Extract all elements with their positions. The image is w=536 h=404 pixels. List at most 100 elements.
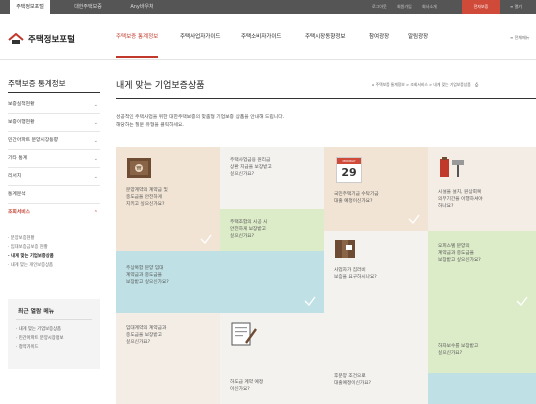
- top-utility-bar: 주택정보포털 대한주택보증 Any바우처 로그아웃 회원가입 회사소개 전자보증…: [0, 0, 536, 14]
- open-menu-label: 열기: [514, 4, 522, 9]
- tab-hug[interactable]: 대한주택보증: [66, 0, 110, 14]
- intro-line: 해당하는 질문 유형을 클릭하세요.: [116, 122, 184, 128]
- open-menu-link[interactable]: ≡ 열기: [510, 0, 522, 14]
- nav-market-trend[interactable]: 주택시장동향정보: [305, 32, 345, 44]
- nav-housing-stats[interactable]: 주택보증 통계정보: [116, 32, 159, 58]
- sidebar-item-label: 보증이행현황: [8, 120, 35, 125]
- chevron-up-icon: ⌃: [93, 210, 98, 216]
- card-question: 하자보수를 보장받고 싶으신가요?: [438, 344, 479, 356]
- sitemap-link[interactable]: ≡ 전체메뉴: [510, 35, 529, 41]
- chevron-down-icon: ⌄: [93, 120, 98, 126]
- logo-text: 주택정보포털: [28, 35, 75, 45]
- sidebar-title-divider: [8, 92, 100, 93]
- house-logo-icon: [8, 33, 24, 44]
- recent-menu-box: 최근 열람 메뉴 · 내게 맞는 기업보증상품 · 민간아파트 분양시장정보 ·…: [8, 299, 100, 369]
- product-card-post-sale[interactable]: 후분양 조건으로 대출예정이신가요?: [324, 313, 428, 404]
- print-icon[interactable]: ⎙: [475, 82, 478, 87]
- card-question: 오피스텔 분양의 계약금과 중도금을 보장받고 싶으신가요?: [438, 244, 481, 263]
- product-card-sale-deposit[interactable]: ₩ 분양계약의 계약금 및 중도금을 안전하게 지키고 싶으신가요?: [116, 147, 220, 251]
- product-card-expense-guarantee[interactable]: 사업자가 집러비 보증을 요구하시나요?: [324, 231, 428, 313]
- sidebar-item-research[interactable]: 리서치 ⌄: [8, 168, 100, 186]
- sidebar-item-inquiry-service[interactable]: 조회서비스 ⌃: [8, 204, 100, 222]
- nav-participation[interactable]: 참여광장: [369, 32, 389, 44]
- company-link[interactable]: 회사소개: [422, 0, 437, 14]
- product-card-defect-repair[interactable]: 하자보수를 보장받고 싶으신가요?: [428, 313, 536, 373]
- page-title: 내게 맞는 기업보증상품: [116, 81, 205, 91]
- logout-link[interactable]: 로그아웃: [372, 0, 387, 14]
- sidebar-item-guarantee-results[interactable]: 보증실적현황 ⌄: [8, 96, 100, 114]
- calendar-day: 29: [341, 166, 357, 179]
- tab-housing-portal[interactable]: 주택정보포털: [10, 0, 50, 14]
- checkmark-icon: [516, 296, 528, 306]
- sidebar-item-label: 리서치: [8, 174, 22, 179]
- card-question: 국민주택기금 수탁기금 대출 예정이신가요?: [334, 192, 379, 204]
- recent-link-label: 내게 맞는 기업보증상품: [18, 327, 61, 332]
- chevron-down-icon: ⌄: [93, 156, 98, 162]
- recent-link-corporate-products[interactable]: · 내게 맞는 기업보증상품: [16, 326, 61, 332]
- site-header: 주택정보포털 주택보증 통계정보 주택사업자가이드 주택소비자가이드 주택시장동…: [0, 14, 536, 60]
- checkmark-icon: [200, 234, 212, 244]
- svg-text:₩: ₩: [137, 166, 142, 172]
- sidebar-subitem-label: 임대보증금보증 현황: [10, 245, 48, 250]
- breadcrumb-path: 주택보증 통계정보 > 조회서비스 > 내게 맞는 기업보증상품: [375, 82, 471, 87]
- intro-line: 성공적인 주택사업을 위한 대한주택보증의 맞춤형 기업보증 상품을 안내해 드…: [116, 115, 285, 120]
- chevron-down-icon: ⌄: [93, 174, 98, 180]
- signup-link[interactable]: 회원가입: [397, 0, 412, 14]
- sidebar: 주택보증 통계정보 보증실적현황 ⌄ 보증이행현황 ⌄ 민간아파트 분양시장동향 ⌄ …: [0, 60, 100, 404]
- product-card-extra[interactable]: [428, 373, 536, 404]
- chevron-down-icon: ⌄: [93, 102, 98, 108]
- sidebar-subitem-corporate-products[interactable]: · 내게 맞는 기업보증상품: [8, 253, 54, 259]
- product-card-rental-deposit[interactable]: 임대계약의 계약금과 중도금을 보장받고 싶으신가요?: [116, 313, 220, 404]
- calendar-icon: MONDAY 29: [336, 157, 362, 183]
- nav-consumer-guide[interactable]: 주택소비자가이드: [241, 32, 281, 44]
- card-question: 주택조합의 시공 시 안전하게 보장받고 싶으신가요?: [230, 220, 268, 239]
- recent-link-label: 청약가이드: [18, 345, 39, 350]
- card-question: 사업자가 집러비 보증을 요구하시나요?: [334, 268, 377, 280]
- tab-any-voucher[interactable]: Any바우처: [122, 0, 162, 14]
- sidebar-title: 주택보증 통계정보: [8, 79, 66, 88]
- sidebar-item-other-stats[interactable]: 기타 통계 ⌄: [8, 150, 100, 168]
- card-question: 시설을 설치, 원상회복 의무기간을 이행하셔야 하나요?: [438, 190, 483, 209]
- recent-link-apartment-market[interactable]: · 민간아파트 분양시장정보: [16, 335, 64, 341]
- sidebar-subitem-sale-guarantee[interactable]: · 분양보증현황: [8, 235, 34, 241]
- box-icon: [335, 240, 355, 258]
- product-card-officetel[interactable]: 오피스텔 분양의 계약금과 중도금을 보장받고 싶으신가요?: [428, 231, 536, 313]
- breadcrumb: ⌂ 주택보증 통계정보 > 조회서비스 > 내게 맞는 기업보증상품 ⎙: [372, 82, 478, 88]
- product-card-subcontract[interactable]: 하도급 계약 예정 이신가요?: [220, 313, 324, 404]
- card-question: 분양계약의 계약금 및 중도금을 안전하게 지키고 싶으신가요?: [126, 188, 168, 207]
- card-question: 임대계약의 계약금과 중도금을 보장받고 싶으신가요?: [126, 326, 167, 345]
- product-card-pf-loan[interactable]: 주택사업금융 원리금 상환 지급을 보장받고 싶으신가요?: [220, 147, 324, 209]
- sidebar-item-guarantee-fulfillment[interactable]: 보증이행현황 ⌄: [8, 114, 100, 132]
- recent-menu-divider: [16, 319, 92, 320]
- checkmark-icon: [408, 214, 420, 224]
- sidebar-subitem-personal-products[interactable]: · 내게 맞는 개인보증상품: [8, 262, 53, 268]
- product-card-national-fund[interactable]: MONDAY 29 국민주택기금 수탁기금 대출 예정이신가요?: [324, 147, 428, 231]
- e-guarantee-button[interactable]: 전자보증: [462, 0, 500, 14]
- card-question: 주택사업금융 원리금 상환 지급을 보장받고 싶으신가요?: [230, 158, 272, 177]
- sidebar-item-label: 보증실적현황: [8, 102, 35, 107]
- chevron-down-icon: ⌄: [93, 138, 98, 144]
- card-question: 주상복합 분양 임대 계약금과 중도금을 보장받고 싶으신가요?: [126, 266, 169, 285]
- site-logo[interactable]: 주택정보포털: [8, 32, 75, 46]
- checkmark-icon: [304, 296, 316, 306]
- nav-business-guide[interactable]: 주택사업자가이드: [180, 32, 220, 44]
- sidebar-item-apartment-market[interactable]: 민간아파트 분양시장동향 ⌄: [8, 132, 100, 150]
- contract-pen-icon: [231, 322, 257, 346]
- sidebar-subitem-label: 내게 맞는 기업보증상품: [11, 254, 54, 259]
- paint-roller-icon: [440, 157, 464, 177]
- nav-notice[interactable]: 알림광장: [408, 32, 428, 44]
- sidebar-subitem-label: 분양보증현황: [10, 236, 35, 241]
- title-divider: [116, 98, 536, 99]
- sidebar-subitem-rent-guarantee[interactable]: · 임대보증금보증 현황: [8, 244, 48, 250]
- sidebar-item-label: 민간아파트 분양시장동향: [8, 138, 59, 143]
- safe-icon: ₩: [127, 158, 151, 178]
- sidebar-item-stat-analysis[interactable]: 통계분석: [8, 186, 100, 204]
- product-card-mixed-use[interactable]: 주상복합 분양 임대 계약금과 중도금을 보장받고 싶으신가요?: [116, 251, 324, 313]
- sidebar-subitem-label: 내게 맞는 개인보증상품: [10, 263, 53, 268]
- product-card-facility-restoration[interactable]: 시설을 설치, 원상회복 의무기간을 이행하셔야 하나요?: [428, 147, 536, 231]
- recent-menu-title: 최근 열람 메뉴: [18, 309, 55, 315]
- recent-link-label: 민간아파트 분양시장정보: [18, 336, 64, 341]
- recent-link-subscription-guide[interactable]: · 청약가이드: [16, 344, 39, 350]
- sitemap-label: 전체메뉴: [514, 35, 530, 40]
- sidebar-item-label: 조회서비스: [8, 210, 31, 215]
